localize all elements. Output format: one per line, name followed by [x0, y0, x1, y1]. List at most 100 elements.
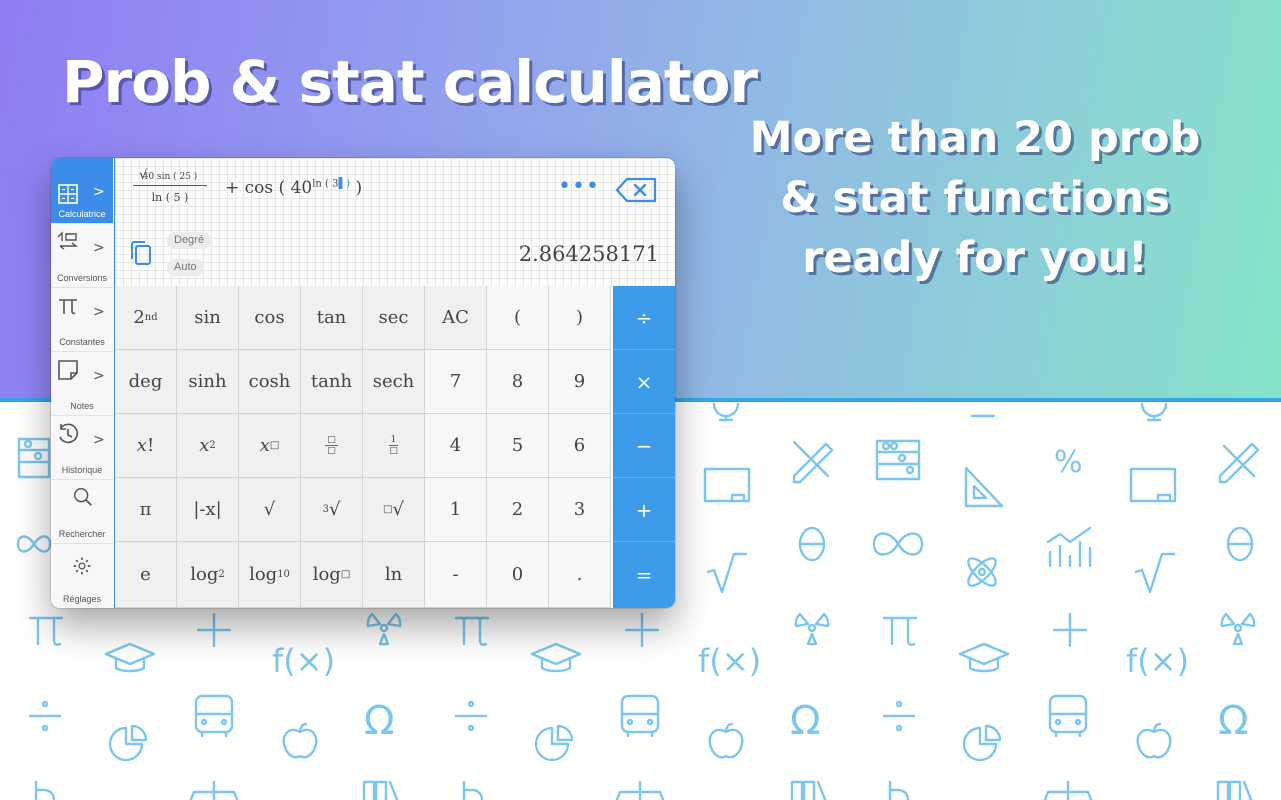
globe-icon [712, 402, 740, 422]
key-8[interactable]: 8 [487, 350, 549, 414]
books-icon [1216, 780, 1253, 800]
sidebar-item-historique[interactable]: > Historique [51, 416, 113, 480]
globe-icon [1140, 402, 1168, 422]
plus-icon [1052, 612, 1088, 648]
divide-icon [882, 700, 916, 732]
key-sec[interactable]: sec [363, 286, 425, 350]
svg-text:f(×): f(×) [1126, 642, 1189, 680]
backspace-icon[interactable] [615, 177, 657, 203]
pie-chart-icon [108, 724, 148, 762]
graduation-cap-icon [104, 642, 156, 673]
key-log-base[interactable]: log □ [301, 542, 363, 608]
key-subtract[interactable]: − [613, 414, 675, 478]
key-6[interactable]: 6 [549, 414, 611, 478]
conversion-icon [57, 231, 79, 250]
key-ln[interactable]: ln [363, 542, 425, 608]
key-9[interactable]: 9 [549, 350, 611, 414]
key-open-paren[interactable]: ( [487, 286, 549, 350]
radiation-icon [1220, 612, 1256, 646]
key-fraction[interactable]: □ □ [301, 414, 363, 478]
expression-numerator: 40 sin ( 25 ) [133, 168, 207, 186]
calculator-display: 40 sin ( 25 ) ln ( 5 ) + cos ( 40ln ( 3▌… [115, 158, 675, 286]
sidebar-item-notes[interactable]: > Notes [51, 352, 113, 416]
calculator-window: > Calculatrice > Conversions > Constante… [51, 158, 675, 608]
sidebar-item-reglages[interactable]: Réglages [51, 544, 113, 608]
key-e[interactable]: e [115, 542, 177, 608]
expression-close-paren: ) [355, 178, 363, 198]
key-2nd[interactable]: 2nd [115, 286, 177, 350]
copy-icon[interactable] [129, 240, 153, 266]
key-deg[interactable]: deg [115, 350, 177, 414]
key-0[interactable]: 0 [487, 542, 549, 608]
sidebar-item-calculatrice[interactable]: > Calculatrice [51, 158, 113, 224]
pi-icon [59, 299, 77, 315]
key-log2[interactable]: log 2 [177, 542, 239, 608]
key-cos[interactable]: cos [239, 286, 301, 350]
key-add[interactable]: + [613, 478, 675, 542]
key-pi[interactable]: π [115, 478, 177, 542]
key-3[interactable]: 3 [549, 478, 611, 542]
key-1[interactable]: 1 [425, 478, 487, 542]
key-cbrt[interactable]: 3 √ [301, 478, 363, 542]
books-icon [790, 780, 827, 800]
format-mode-badge[interactable]: Auto [167, 259, 204, 276]
svg-text:%: % [1054, 445, 1083, 480]
svg-text:Ω: Ω [790, 698, 821, 744]
key-factorial[interactable]: x! [115, 414, 177, 478]
key-7[interactable]: 7 [425, 350, 487, 414]
key-square[interactable]: x2 [177, 414, 239, 478]
key-equals[interactable]: = [613, 542, 675, 608]
plus-icon [196, 612, 232, 648]
key-negate[interactable]: - [425, 542, 487, 608]
key-4[interactable]: 4 [425, 414, 487, 478]
sidebar-item-label: Conversions [56, 273, 108, 283]
bus-icon [194, 694, 234, 738]
cursor-indicator: ▌) [338, 178, 351, 190]
key-multiply[interactable]: × [613, 350, 675, 414]
key-divide[interactable]: ÷ [613, 286, 675, 350]
key-tanh[interactable]: tanh [301, 350, 363, 414]
key-sin[interactable]: sin [177, 286, 239, 350]
svg-text:Ω: Ω [1218, 698, 1249, 744]
divide-icon [28, 700, 62, 732]
sidebar-item-constantes[interactable]: > Constantes [51, 288, 113, 352]
key-sech[interactable]: sech [363, 350, 425, 414]
key-close-paren[interactable]: ) [549, 286, 611, 350]
pie-chart-icon [962, 724, 1002, 762]
pencil-ruler-icon [1218, 442, 1260, 484]
plus-icon [624, 612, 660, 648]
key-clear[interactable]: AC [425, 286, 487, 350]
bus-icon [1048, 694, 1088, 738]
key-sinh[interactable]: sinh [177, 350, 239, 414]
key-power[interactable]: x □ [239, 414, 301, 478]
sidebar-item-conversions[interactable]: > Conversions [51, 224, 113, 288]
omega-icon: Ω [364, 698, 395, 744]
svg-text:f(×): f(×) [272, 642, 335, 680]
divide-icon [454, 700, 488, 732]
key-2[interactable]: 2 [487, 478, 549, 542]
books-icon [362, 780, 399, 800]
more-options-button[interactable]: ••• [558, 174, 600, 199]
key-decimal[interactable]: . [549, 542, 611, 608]
key-tan[interactable]: tan [301, 286, 363, 350]
scale-icon [615, 780, 665, 800]
key-log10[interactable]: log 10 [239, 542, 301, 608]
key-sqrt[interactable]: √ [239, 478, 301, 542]
gear-icon [73, 557, 91, 575]
graduation-cap-icon [530, 642, 582, 673]
chevron-right-icon: > [93, 240, 105, 256]
sidebar-item-rechercher[interactable]: Rechercher [51, 480, 113, 544]
radiation-icon [794, 612, 830, 646]
key-cosh[interactable]: cosh [239, 350, 301, 414]
key-5[interactable]: 5 [487, 414, 549, 478]
search-icon [74, 488, 92, 506]
graduation-cap-icon [958, 642, 1010, 673]
key-reciprocal[interactable]: 1 □ [363, 414, 425, 478]
key-nth-root[interactable]: □ √ [363, 478, 425, 542]
promo-title: Prob & stat calculator [62, 48, 758, 116]
angle-mode-badge[interactable]: Degré [167, 232, 211, 249]
sidebar-item-label: Rechercher [58, 529, 106, 539]
omega-icon: Ω [790, 698, 821, 744]
history-icon [59, 423, 79, 444]
key-abs[interactable]: |-x| [177, 478, 239, 542]
